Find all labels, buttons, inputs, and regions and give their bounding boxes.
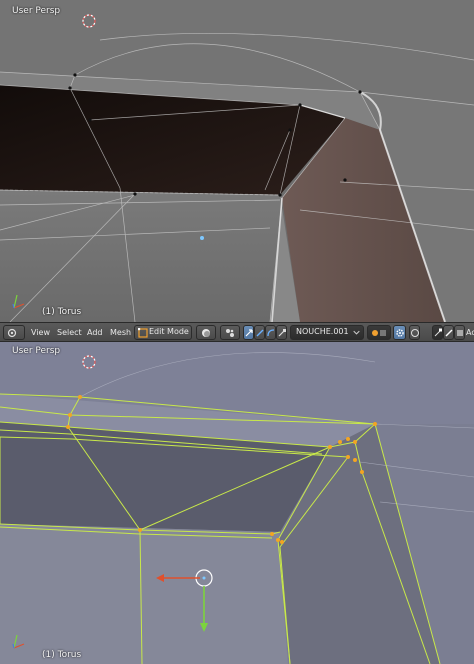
pivot-dropdown[interactable] — [220, 325, 240, 340]
scale-icon — [278, 329, 286, 337]
translate-toggle[interactable] — [254, 325, 265, 340]
scale-toggle[interactable] — [276, 325, 287, 340]
translate-arrow-icon — [256, 329, 264, 337]
layers-button[interactable] — [367, 325, 391, 340]
gear-icon — [396, 329, 404, 337]
orientation-label: NOUCHE.001 — [296, 327, 349, 336]
manipulator-toggle[interactable] — [243, 325, 254, 340]
3d-view-icon — [7, 328, 17, 338]
edge-select-toggle[interactable] — [443, 325, 454, 340]
proportional-edit-toggle[interactable] — [409, 325, 420, 340]
rotate-arc-icon — [267, 329, 275, 337]
object-label: (1) Torus — [42, 650, 82, 660]
view-label: User Persp — [12, 346, 61, 356]
viewport-solid[interactable]: User Persp (1) Torus — [0, 0, 474, 322]
mode-label: Edit Mode — [149, 327, 189, 336]
shading-dropdown[interactable] — [196, 325, 216, 340]
vertex-select-toggle[interactable] — [432, 325, 443, 340]
rotate-toggle[interactable] — [265, 325, 276, 340]
menu-add[interactable]: Add — [87, 326, 103, 339]
layers-icon — [372, 330, 386, 336]
editor-type-button[interactable] — [3, 325, 25, 340]
manipulator-icon — [245, 329, 253, 337]
mode-dropdown[interactable]: Edit Mode — [134, 325, 192, 340]
active-vertex — [200, 236, 204, 240]
solid-shading-icon — [202, 329, 210, 337]
viewport-top-canvas[interactable] — [0, 0, 474, 322]
chevron-down-icon — [353, 330, 360, 335]
viewport-edit[interactable]: User Persp (1) Torus — [0, 342, 474, 664]
pivot-point-icon — [226, 329, 234, 337]
mesh-face-floor — [0, 524, 288, 664]
menu-select[interactable]: Select — [57, 326, 82, 339]
menu-mesh[interactable]: Mesh — [110, 326, 131, 339]
3d-view-header: View Select Add Mesh Edit Mode NOUCHE.00… — [0, 322, 474, 342]
object-label: (1) Torus — [42, 307, 82, 317]
vertex-select-icon — [434, 328, 442, 337]
face-select-toggle[interactable] — [454, 325, 465, 340]
header-overflow-text[interactable]: Ac — [466, 326, 474, 339]
viewport-bottom-canvas[interactable] — [0, 342, 474, 664]
transform-orientation-dropdown[interactable]: NOUCHE.001 — [290, 325, 364, 340]
snap-toggle[interactable] — [393, 325, 406, 340]
face-select-icon — [457, 330, 463, 336]
proportional-edit-icon — [411, 329, 419, 337]
edit-mode-icon — [138, 328, 148, 338]
view-label: User Persp — [12, 6, 61, 16]
edge-select-icon — [445, 329, 453, 337]
menu-view[interactable]: View — [31, 326, 50, 339]
mesh-face-floor — [0, 190, 282, 322]
